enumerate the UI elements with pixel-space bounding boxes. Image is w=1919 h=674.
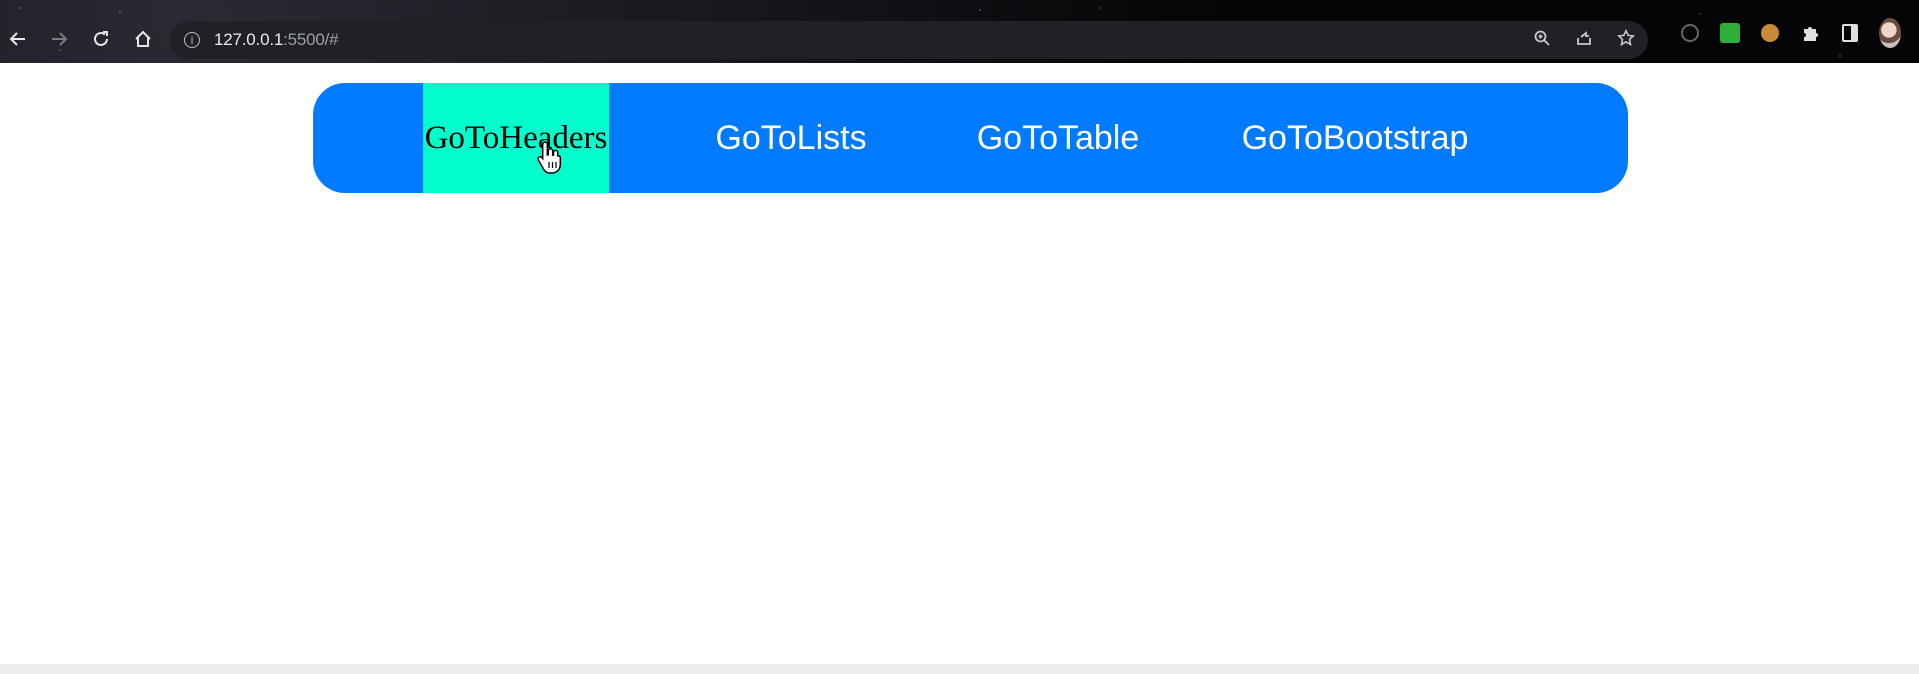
share-icon[interactable] [1574,29,1594,52]
nav-link-table[interactable]: GoToTable [973,83,1143,193]
extension-grey-icon[interactable] [1679,22,1701,44]
back-arrow-icon [9,32,25,46]
url-host: 127.0.0.1 [214,30,284,49]
star-icon[interactable] [1616,28,1636,52]
info-icon[interactable]: i [184,32,200,48]
avatar[interactable] [1879,18,1901,48]
address-bar[interactable]: i 127.0.0.1:5500/# [170,21,1648,59]
extension-green-icon[interactable] [1719,22,1741,44]
reload-icon [94,31,108,46]
forward-arrow-icon [52,32,68,46]
url-text[interactable]: 127.0.0.1:5500/# [214,30,339,50]
navbar: GoToHeaders GoToLists GoToTable GoToBoot… [313,83,1628,193]
side-panel-icon[interactable] [1839,22,1861,44]
puzzle-icon[interactable] [1799,22,1821,44]
back-button[interactable] [3,24,33,54]
forward-button[interactable] [44,24,74,54]
reload-button[interactable] [86,24,116,54]
zoom-icon[interactable] [1532,29,1552,52]
browser-toolbar: i 127.0.0.1:5500/# [0,0,1919,63]
nav-link-lists[interactable]: GoToLists [706,83,876,193]
cookie-icon[interactable] [1759,22,1781,44]
nav-link-bootstrap[interactable]: GoToBootstrap [1240,83,1470,193]
nav-link-headers[interactable]: GoToHeaders [423,83,609,193]
home-icon [135,30,151,47]
url-path: :5500/# [283,30,339,49]
bottom-strip [0,664,1919,674]
home-button[interactable] [128,24,158,54]
page-content: GoToHeaders GoToLists GoToTable GoToBoot… [0,63,1919,664]
hand-pointer-cursor-icon [537,141,562,174]
